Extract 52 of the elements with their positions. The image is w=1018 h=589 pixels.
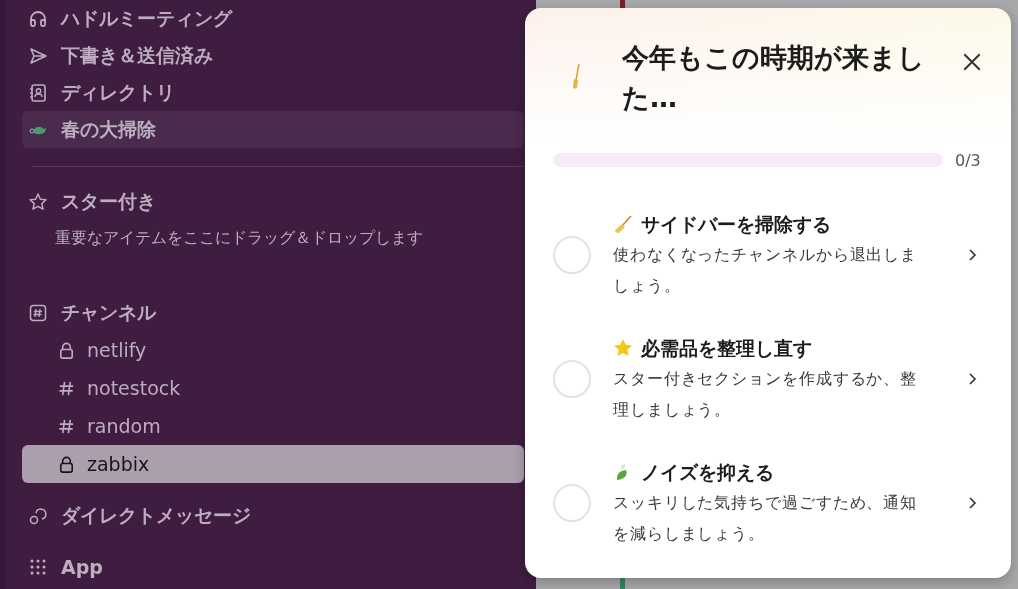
task-item[interactable]: ノイズを抑える スッキリした気持ちで過ごすため、通知を減らしましょう。	[553, 441, 983, 565]
sidebar-item-label: 下書き＆送信済み	[61, 42, 213, 68]
section-header[interactable]: スター付き	[22, 183, 524, 220]
lock-icon	[57, 340, 76, 360]
channel-item[interactable]: notestock	[22, 369, 524, 407]
chat-bubbles-icon	[28, 505, 48, 526]
sidebar-item[interactable]: ハドルミーティング	[22, 0, 524, 37]
progress-count: 0/3	[955, 150, 981, 170]
sidebar-item-label: ディレクトリ	[61, 79, 175, 105]
task-checkbox[interactable]	[553, 484, 591, 522]
channel-name: notestock	[87, 377, 181, 399]
panel-title: 今年もこの時期が来ました…	[622, 41, 926, 115]
section-header[interactable]: チャンネル	[22, 294, 524, 331]
task-checkbox[interactable]	[553, 236, 591, 274]
section-header[interactable]: App	[22, 548, 524, 585]
section-header[interactable]: ダイレクトメッセージ	[22, 497, 524, 534]
broom-icon	[613, 214, 633, 234]
section-title: ダイレクトメッセージ	[61, 502, 251, 528]
task-description: スッキリした気持ちで過ごすため、通知を減らしましょう。	[613, 492, 919, 545]
task-checkbox[interactable]	[553, 360, 591, 398]
lock-icon	[57, 454, 76, 474]
chevron-right-icon	[967, 248, 977, 262]
star-icon	[28, 191, 48, 212]
sidebar-item[interactable]: 春の大掃除	[22, 111, 524, 148]
task-title: 必需品を整理し直す	[641, 336, 812, 361]
star-icon	[613, 338, 633, 358]
channel-item[interactable]: random	[22, 407, 524, 445]
task-description: 使わなくなったチャンネルから退出しましょう。	[613, 244, 919, 297]
task-description: スター付きセクションを作成するか、整理しましょう。	[613, 368, 919, 421]
sidebar-item[interactable]: ディレクトリ	[22, 74, 524, 111]
channel-name: zabbix	[87, 453, 150, 475]
headphones-icon	[28, 8, 48, 29]
channel-item[interactable]: netlify	[22, 331, 524, 369]
sidebar-item[interactable]: 下書き＆送信済み	[22, 37, 524, 74]
section-title: スター付き	[61, 188, 156, 214]
section-title: チャンネル	[61, 299, 156, 325]
sidebar-item-label: ハドルミーティング	[61, 5, 232, 31]
task-item[interactable]: サイドバーを掃除する 使わなくなったチャンネルから退出しましょう。	[553, 193, 983, 317]
send-icon	[28, 45, 48, 66]
hash-box-icon	[28, 302, 48, 323]
channel-name: random	[87, 415, 161, 437]
section-title: App	[61, 555, 103, 578]
sidebar-item-label: 春の大掃除	[61, 116, 156, 142]
chevron-right-icon	[967, 372, 977, 386]
contact-book-icon	[28, 82, 48, 103]
task-title: ノイズを抑える	[641, 460, 774, 485]
task-title: サイドバーを掃除する	[641, 212, 831, 237]
chevron-right-icon	[967, 496, 977, 510]
channel-name: netlify	[87, 339, 147, 361]
starred-hint: 重要なアイテムをここにドラッグ＆ドロップします	[54, 226, 424, 249]
task-item[interactable]: 必需品を整理し直す スター付きセクションを作成するか、整理しましょう。	[553, 317, 983, 441]
channel-item[interactable]: zabbix	[22, 445, 524, 483]
